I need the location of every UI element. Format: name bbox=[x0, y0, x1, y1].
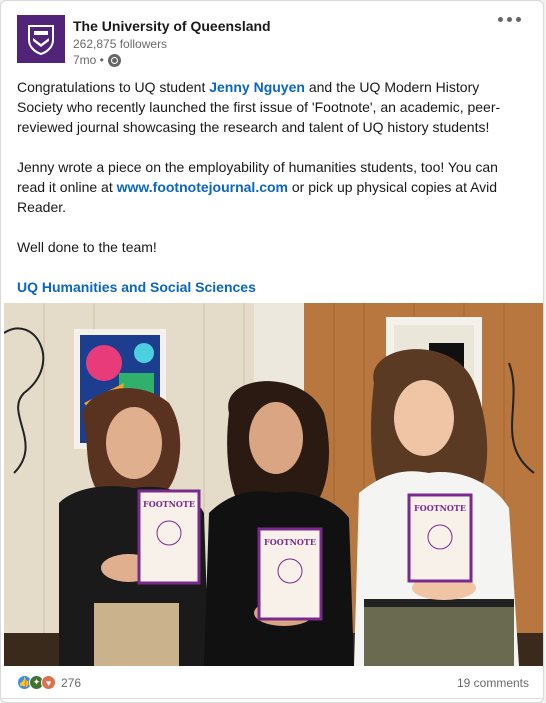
post-card: The University of Queensland 262,875 fol… bbox=[0, 0, 544, 703]
post-text: Congratulations to UQ student Jenny Nguy… bbox=[17, 77, 517, 297]
dot-icon bbox=[498, 17, 503, 22]
paragraph-2: Jenny wrote a piece on the employability… bbox=[17, 157, 517, 217]
reaction-count[interactable]: 276 bbox=[61, 676, 81, 690]
hashtag-link[interactable]: UQ Humanities and Social Sciences bbox=[17, 279, 256, 295]
divider bbox=[1, 698, 543, 699]
text-segment: Congratulations to UQ student bbox=[17, 79, 210, 95]
org-name[interactable]: The University of Queensland bbox=[73, 16, 271, 36]
love-icon: ♥ bbox=[41, 675, 56, 690]
journal-title: FOOTNOTE bbox=[414, 503, 466, 513]
globe-icon bbox=[107, 53, 121, 67]
org-logo[interactable] bbox=[17, 15, 65, 63]
mention-link[interactable]: Jenny Nguyen bbox=[209, 79, 305, 95]
journal-copy: FOOTNOTE bbox=[257, 527, 323, 621]
paragraph-1: Congratulations to UQ student Jenny Nguy… bbox=[17, 77, 517, 137]
dot-icon bbox=[507, 17, 512, 22]
post-time: 7mo • bbox=[73, 53, 104, 67]
post-header: The University of Queensland 262,875 fol… bbox=[17, 15, 271, 68]
journal-title: FOOTNOTE bbox=[143, 499, 195, 509]
post-photo[interactable]: FOOTNOTE FOOTNOTE FOOTNOTE bbox=[4, 303, 543, 666]
journal-copy: FOOTNOTE bbox=[137, 489, 201, 585]
journal-title: FOOTNOTE bbox=[264, 537, 316, 547]
dot-icon bbox=[516, 17, 521, 22]
reactions-summary[interactable]: 👍 ✦ ♥ 276 bbox=[17, 675, 81, 690]
post-time-row: 7mo • bbox=[73, 52, 271, 68]
org-meta: The University of Queensland 262,875 fol… bbox=[73, 15, 271, 68]
more-options-button[interactable] bbox=[494, 13, 525, 26]
comments-count[interactable]: 19 comments bbox=[457, 676, 529, 690]
follower-count: 262,875 followers bbox=[73, 37, 168, 51]
shield-crest-icon bbox=[28, 25, 54, 56]
paragraph-3: Well done to the team! bbox=[17, 239, 157, 255]
website-link[interactable]: www.footnotejournal.com bbox=[117, 179, 288, 195]
event-photo-image: FOOTNOTE FOOTNOTE FOOTNOTE bbox=[4, 303, 543, 666]
journal-copy: FOOTNOTE bbox=[407, 493, 473, 583]
